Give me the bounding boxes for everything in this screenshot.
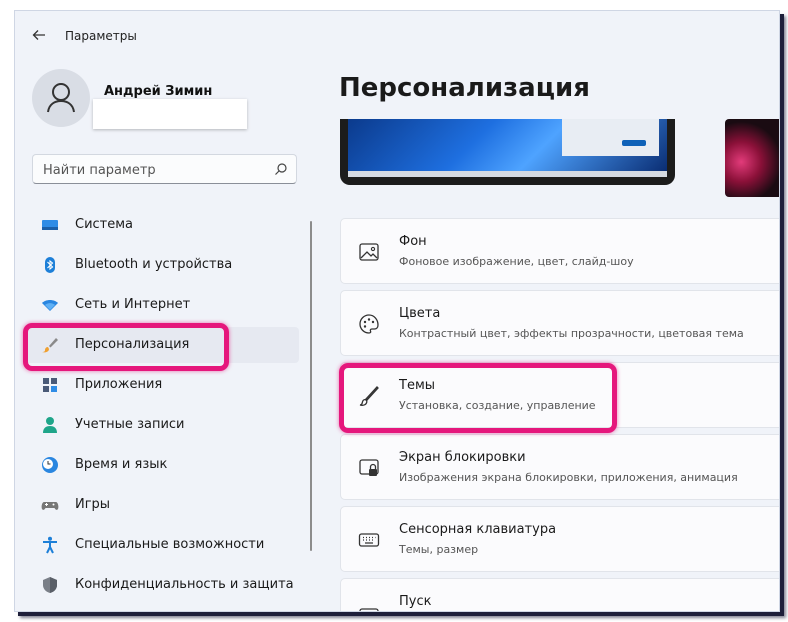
- image-icon: [359, 243, 379, 261]
- sidebar-item-privacy[interactable]: Конфиденциальность и защита: [23, 567, 299, 603]
- keyboard-icon: [358, 533, 380, 547]
- back-arrow-icon[interactable]: [31, 27, 47, 43]
- clock-globe-icon: [42, 457, 58, 473]
- search-icon[interactable]: [274, 162, 288, 176]
- sidebar-scrollbar[interactable]: [310, 221, 312, 551]
- accounts-icon: [43, 417, 57, 433]
- card-background[interactable]: Фон Фоновое изображение, цвет, слайд-шоу: [340, 218, 779, 284]
- settings-window: Параметры Андрей Зимин Найти параметр Си…: [14, 10, 780, 612]
- user-name: Андрей Зимин: [104, 84, 213, 99]
- preview-accent: [622, 140, 646, 146]
- page-title: Персонализация: [339, 73, 590, 103]
- card-lock-screen[interactable]: Экран блокировки Изображения экрана блок…: [340, 434, 779, 500]
- card-touch-keyboard[interactable]: Сенсорная клавиатура Темы, размер: [340, 506, 779, 572]
- sidebar-item-time-language[interactable]: Время и язык: [23, 447, 299, 483]
- lock-screen-icon: [359, 459, 379, 476]
- preview-taskbar: [348, 171, 667, 177]
- highlight-personalization: [23, 323, 229, 371]
- apps-icon: [43, 378, 57, 392]
- card-colors[interactable]: Цвета Контрастный цвет, эффекты прозрачн…: [340, 290, 779, 356]
- user-icon: [47, 83, 75, 113]
- start-icon: [359, 608, 379, 611]
- highlight-themes: [339, 363, 617, 433]
- title-bar: Параметры: [15, 11, 779, 63]
- card-start[interactable]: Пуск: [340, 578, 779, 611]
- theme-preview: [340, 119, 675, 185]
- sidebar-item-accounts[interactable]: Учетные записи: [23, 407, 299, 443]
- system-icon: [42, 220, 58, 230]
- wifi-icon: [42, 300, 58, 311]
- sidebar-item-system[interactable]: Система: [23, 207, 299, 243]
- sidebar-item-network[interactable]: Сеть и Интернет: [23, 287, 299, 323]
- redacted-email: [93, 99, 247, 129]
- palette-icon: [359, 314, 379, 334]
- window-title: Параметры: [65, 29, 137, 43]
- gamepad-icon: [41, 502, 59, 510]
- accessibility-icon: [43, 536, 57, 554]
- sidebar-item-apps[interactable]: Приложения: [23, 367, 299, 403]
- sidebar-item-gaming[interactable]: Игры: [23, 487, 299, 523]
- bluetooth-icon: [45, 257, 55, 273]
- sidebar-item-accessibility[interactable]: Специальные возможности: [23, 527, 299, 563]
- preview-window: [562, 119, 659, 156]
- search-input[interactable]: Найти параметр: [32, 154, 297, 184]
- shield-icon: [43, 577, 57, 593]
- avatar[interactable]: [32, 69, 90, 127]
- search-placeholder: Найти параметр: [43, 163, 156, 178]
- wallpaper-thumbnail[interactable]: [725, 119, 779, 197]
- sidebar-item-bluetooth[interactable]: Bluetooth и устройства: [23, 247, 299, 283]
